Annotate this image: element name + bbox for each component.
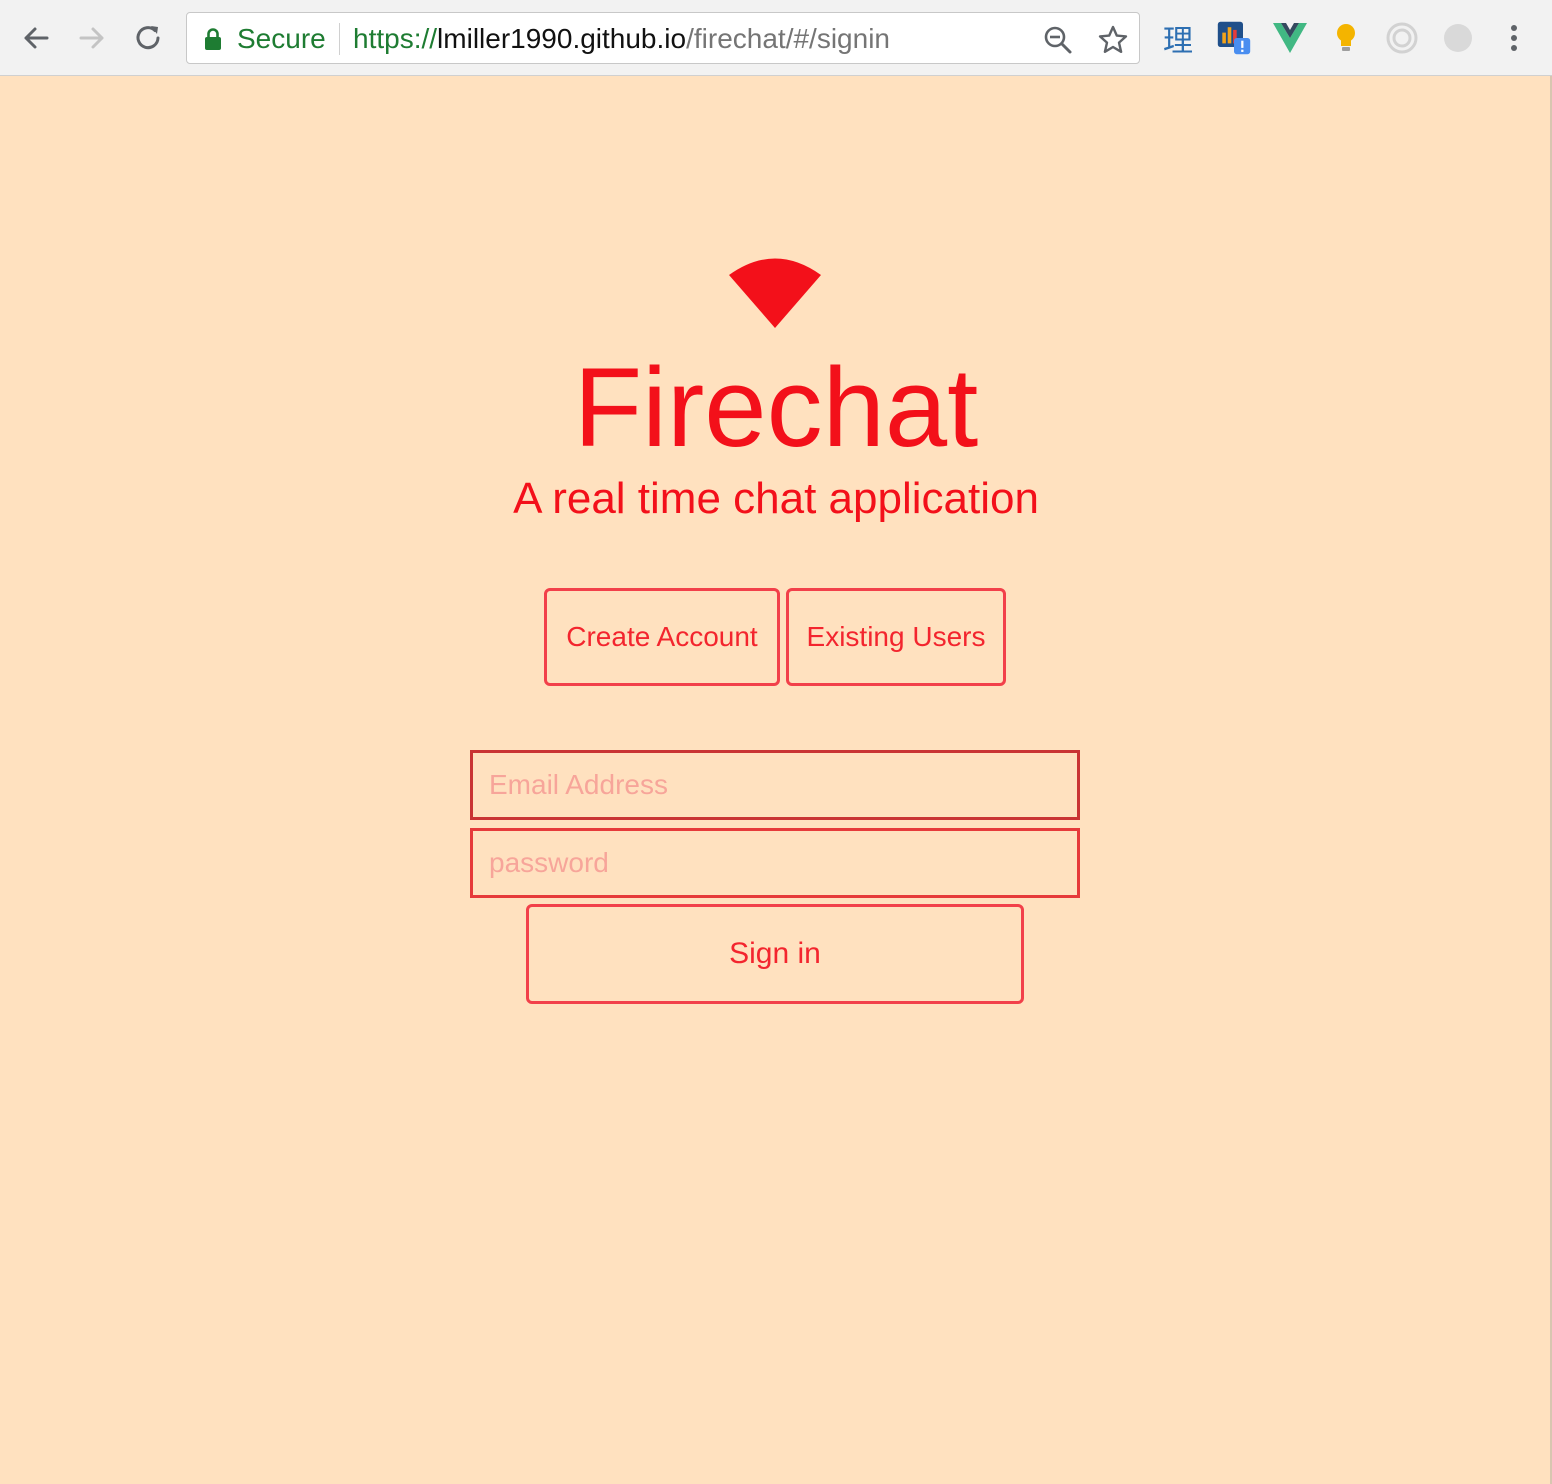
existing-users-button[interactable]: Existing Users: [786, 588, 1006, 686]
grey-extension-button[interactable]: [1440, 20, 1476, 56]
grey-swirl-icon: [1444, 24, 1472, 52]
address-divider: [339, 23, 340, 55]
email-input[interactable]: [470, 750, 1080, 820]
app-title: Firechat: [573, 345, 979, 470]
secure-label: Secure: [237, 23, 326, 54]
lightbulb-icon: [1337, 24, 1355, 51]
vue-logo-icon: [1273, 23, 1307, 53]
bookmark-star-icon[interactable]: [1097, 24, 1129, 56]
vue-devtools-extension-button[interactable]: [1272, 20, 1308, 56]
url-text[interactable]: https://lmiller1990.github.io/firechat/#…: [353, 23, 890, 55]
analytics-extension-icon: [1217, 21, 1251, 55]
back-arrow-icon: [24, 27, 49, 49]
dictionary-extension-button[interactable]: 理: [1160, 20, 1196, 59]
zoom-out-icon[interactable]: [1043, 25, 1073, 55]
browser-menu-button[interactable]: [1496, 20, 1532, 56]
page-body: Firechat A real time chat application Cr…: [0, 76, 1552, 1484]
forward-arrow-icon: [79, 27, 104, 49]
sign-in-button[interactable]: Sign in: [526, 904, 1024, 1004]
analytics-extension-button[interactable]: [1216, 20, 1252, 56]
reload-icon: [136, 26, 160, 50]
kebab-menu-icon: [1511, 25, 1517, 51]
app-subtitle: A real time chat application: [513, 474, 1039, 523]
password-input[interactable]: [470, 828, 1080, 898]
create-account-button[interactable]: Create Account: [544, 588, 780, 686]
url-host: lmiller1990.github.io: [437, 23, 687, 54]
address-bar[interactable]: Secure https://lmiller1990.github.io/fir…: [186, 12, 1140, 64]
forward-button[interactable]: [72, 18, 112, 58]
reload-button[interactable]: [128, 18, 168, 58]
url-scheme: https://: [353, 23, 438, 54]
browser-toolbar: Secure https://lmiller1990.github.io/fir…: [0, 0, 1552, 76]
back-button[interactable]: [16, 18, 56, 58]
wifi-signal-logo-icon: [729, 258, 821, 328]
url-path: /firechat/#/signin: [686, 23, 890, 54]
dictionary-extension-icon: 理: [1163, 24, 1193, 59]
lock-icon: [205, 28, 221, 50]
circle-extension-button[interactable]: [1384, 20, 1420, 56]
target-circle-icon: [1386, 22, 1418, 54]
lightbulb-extension-button[interactable]: [1328, 20, 1364, 56]
